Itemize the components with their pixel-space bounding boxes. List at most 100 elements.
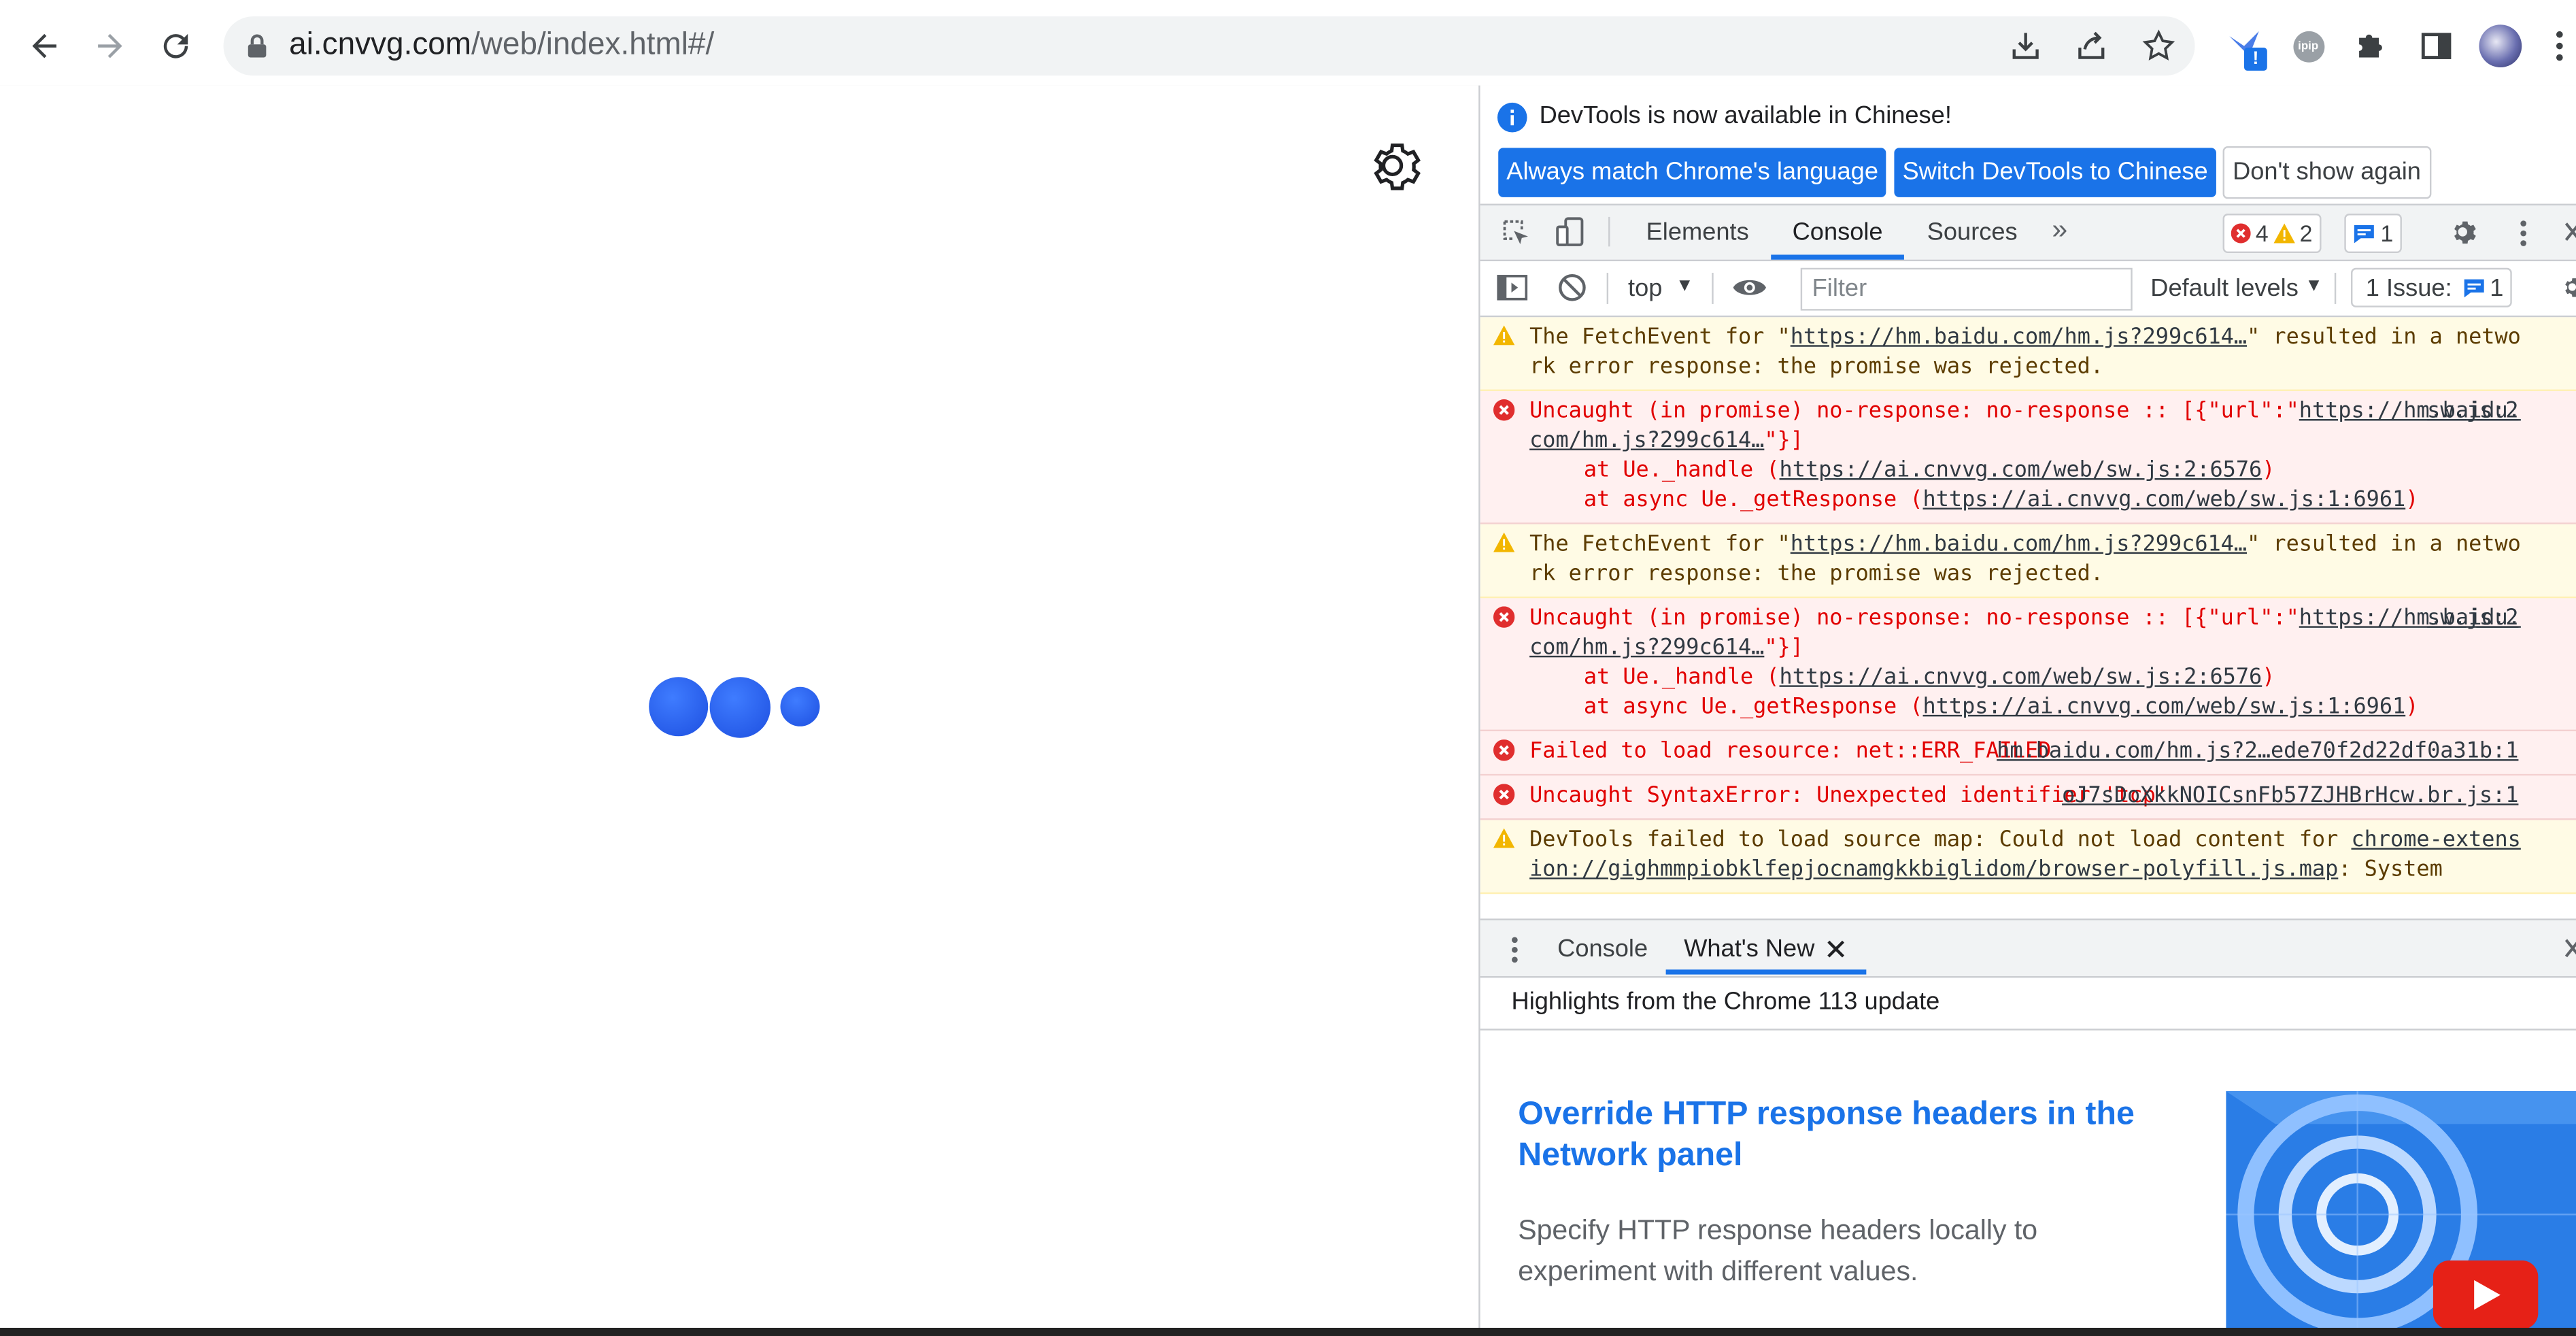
switch-to-chinese-button[interactable]: Switch DevTools to Chinese: [1894, 148, 2216, 197]
always-match-language-button[interactable]: Always match Chrome's language: [1498, 148, 1887, 197]
stack-frame-link[interactable]: https://ai.cnvvg.com/web/sw.js:2:6576: [1780, 458, 2263, 483]
settings-gear-icon[interactable]: [2450, 217, 2481, 248]
console-error-message: sw.js:2 Uncaught (in promise) no-response…: [1480, 598, 2576, 732]
console-warning-message: DevTools failed to load source map: Coul…: [1480, 820, 2576, 895]
side-panel-button[interactable]: [2410, 20, 2462, 72]
youtube-play-icon[interactable]: [2433, 1260, 2539, 1330]
message-text-part: Uncaught (in promise) no-response: no-re…: [1529, 606, 2299, 631]
error-warning-counter[interactable]: 4 2: [2222, 214, 2321, 254]
context-selector[interactable]: top: [1628, 274, 1662, 302]
whats-new-feature-description: Specify HTTP response headers locally to…: [1518, 1214, 2038, 1287]
message-url-link[interactable]: https://hm.baidu.com/hm.js?299c614…: [1791, 325, 2247, 350]
message-text-part: "}]: [1764, 429, 1803, 454]
loading-dot-1: [649, 677, 709, 737]
message-text-part: at async Ue._getResponse (: [1583, 488, 1923, 513]
extension-button-ipip[interactable]: ipip: [2282, 20, 2335, 72]
close-tab-icon[interactable]: [1827, 940, 1845, 958]
drawer-menu-kebab-icon[interactable]: [1510, 935, 1519, 965]
stack-frame-link[interactable]: https://ai.cnvvg.com/web/sw.js:1:6961: [1923, 488, 2406, 512]
active-tab-underline: [1771, 254, 1904, 260]
url-path: /web/index.html#/: [471, 28, 715, 63]
toolbar-divider: [2334, 273, 2337, 304]
issues-label: 1 Issue:: [2365, 273, 2452, 302]
inspect-element-icon[interactable]: [1500, 217, 1531, 248]
url-host: ai.cnvvg.com: [289, 28, 472, 63]
back-button[interactable]: [18, 20, 71, 72]
devtools-panel: DevTools is now available in Chinese! Al…: [1478, 85, 2576, 1336]
message-text-part: at Ue._handle (: [1583, 458, 1780, 484]
warning-icon: [2273, 223, 2295, 244]
message-source-link[interactable]: hm.baidu.com/hm.js?2…ede70f2d22df0a31b:1: [1997, 738, 2518, 767]
drawer-tab-console[interactable]: Console: [1557, 935, 1648, 963]
extension-button-alert[interactable]: !: [2218, 20, 2270, 72]
devtools-main-tabbar: Elements Console Sources » 4 2 1: [1480, 205, 2576, 262]
more-tabs-chevron-icon[interactable]: »: [2052, 214, 2067, 246]
profile-button[interactable]: [2474, 20, 2526, 72]
stack-frame-link[interactable]: https://ai.cnvvg.com/web/sw.js:2:6576: [1780, 665, 2263, 690]
arrow-left-icon: [32, 33, 56, 59]
sidebar-toggle-icon[interactable]: [1497, 273, 1528, 302]
drawer-tab-whats-new[interactable]: What's New: [1684, 935, 1814, 963]
live-expression-eye-icon[interactable]: [1731, 276, 1767, 299]
stack-trace-line: at Ue._handle (https://ai.cnvvg.com/web/…: [1529, 664, 2528, 693]
console-warning-message: The FetchEvent for "https://hm.baidu.com…: [1480, 317, 2576, 391]
tab-console[interactable]: Console: [1793, 218, 1883, 246]
ipip-logo-icon: ipip: [2292, 30, 2324, 62]
share-icon[interactable]: [2075, 29, 2107, 62]
log-levels-dropdown[interactable]: Default levels: [2150, 274, 2299, 302]
error-icon: [1493, 739, 1515, 761]
issues-counter[interactable]: 1: [2344, 214, 2402, 254]
device-toolbar-icon[interactable]: [1554, 215, 1587, 248]
clear-console-icon[interactable]: [1557, 273, 1587, 302]
tab-elements[interactable]: Elements: [1646, 218, 1749, 246]
message-text: DevTools failed to load source map: Coul…: [1529, 829, 2521, 883]
browser-menu-button[interactable]: [2543, 20, 2576, 72]
dont-show-again-button[interactable]: Don't show again: [2222, 146, 2431, 199]
message-text: The FetchEvent for "https://hm.baidu.com…: [1529, 533, 2521, 587]
settings-gear-icon[interactable]: [1367, 137, 1427, 197]
forward-button[interactable]: [84, 20, 136, 72]
stack-frame-link[interactable]: https://ai.cnvvg.com/web/sw.js:1:6961: [1923, 695, 2406, 720]
console-error-message: hm.baidu.com/hm.js?2…ede70f2d22df0a31b:1…: [1480, 731, 2576, 776]
error-icon: [1493, 784, 1515, 805]
message-text: Uncaught (in promise) no-response: no-re…: [1529, 605, 2528, 664]
avatar: [2479, 24, 2522, 68]
side-panel-icon: [2421, 33, 2452, 59]
message-url-link[interactable]: https://hm.baidu.com/hm.js?299c614…: [1791, 533, 2247, 557]
close-devtools-icon[interactable]: [2564, 220, 2576, 244]
extension-badge: !: [2243, 48, 2267, 71]
context-dropdown-caret-icon[interactable]: ▼: [1676, 276, 1693, 296]
message-text-part: : System: [2338, 858, 2443, 883]
error-icon: [1493, 606, 1515, 628]
kebab-icon: [2556, 31, 2563, 61]
issues-button[interactable]: 1 Issue: 1: [2351, 267, 2512, 307]
reload-button[interactable]: [150, 20, 202, 72]
message-source-link[interactable]: sw.js:2: [2427, 398, 2518, 427]
console-warning-message: The FetchEvent for "https://hm.baidu.com…: [1480, 524, 2576, 599]
message-source-link[interactable]: oJ7sDoXkkNOICsnFb57ZJHBrHcw.br.js:1: [2062, 782, 2518, 812]
download-icon[interactable]: [2010, 29, 2042, 62]
stack-trace-line: at async Ue._getResponse (https://ai.cnv…: [1529, 693, 2528, 722]
close-drawer-icon[interactable]: [2564, 937, 2576, 960]
console-filter-input[interactable]: Filter: [1800, 267, 2133, 311]
devtools-language-infobar: DevTools is now available in Chinese! Al…: [1480, 85, 2576, 205]
warning-icon: [1493, 532, 1515, 552]
warning-icon: [1493, 325, 1515, 346]
devtools-menu-kebab-icon[interactable]: [2518, 218, 2528, 248]
url-text: ai.cnvvg.com/web/index.html#/: [289, 28, 714, 64]
tab-sources[interactable]: Sources: [1927, 218, 2018, 246]
error-icon: [1493, 399, 1515, 421]
stack-trace-line: at async Ue._getResponse (https://ai.cnv…: [1529, 486, 2528, 516]
console-settings-icon[interactable]: [2561, 274, 2576, 301]
extensions-menu-button[interactable]: [2344, 20, 2396, 72]
whats-new-feature-link[interactable]: Override HTTP response headers in the Ne…: [1518, 1095, 2191, 1177]
address-bar[interactable]: ai.cnvvg.com/web/index.html#/: [223, 16, 2195, 76]
whats-new-header: Highlights from the Chrome 113 update: [1480, 976, 2576, 1031]
whats-new-video-thumbnail[interactable]: [2226, 1091, 2576, 1336]
info-icon: [1497, 102, 1527, 133]
star-icon[interactable]: [2141, 28, 2177, 64]
levels-dropdown-caret-icon[interactable]: ▼: [2305, 276, 2322, 296]
toolbar-divider: [1606, 273, 1609, 304]
message-source-link[interactable]: sw.js:2: [2427, 605, 2518, 634]
message-text: The FetchEvent for "https://hm.baidu.com…: [1529, 325, 2521, 380]
